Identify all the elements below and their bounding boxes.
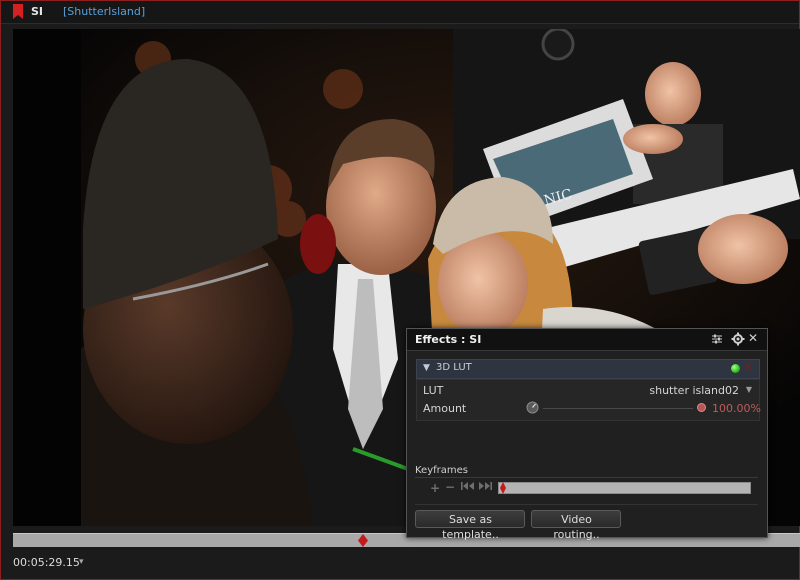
keyframe-playhead-marker[interactable] [500, 482, 506, 494]
keyframes-track[interactable] [498, 482, 751, 494]
collapse-triangle-icon[interactable]: ▼ [423, 363, 430, 373]
lut-dropdown-icon[interactable]: ▼ [746, 385, 752, 394]
close-icon[interactable]: ✕ [748, 332, 758, 344]
next-keyframe-icon[interactable] [478, 481, 492, 491]
amount-slider-track[interactable] [543, 408, 693, 409]
remove-keyframe-icon[interactable]: − [445, 480, 455, 494]
sliders-icon[interactable] [711, 333, 723, 345]
clip-file-name[interactable]: [ShutterIsland] [63, 5, 145, 18]
effects-panel-header[interactable]: Effects : SI ✕ [407, 329, 767, 351]
effect-3d-lut-header[interactable]: ▼ 3D LUT ✕ [416, 359, 760, 379]
remove-effect-icon[interactable]: ✕ [744, 361, 753, 374]
amount-value[interactable]: 100.00% [712, 402, 761, 415]
video-routing-button[interactable]: Video routing.. [531, 510, 621, 541]
clip-title-bar: SI [ShutterIsland] [1, 1, 799, 24]
keyframes-divider [415, 477, 758, 478]
previous-keyframe-icon[interactable] [461, 481, 475, 491]
gear-icon[interactable] [731, 332, 745, 346]
timecode[interactable]: 00:05:29.15 [13, 556, 80, 569]
timecode-dropdown-icon[interactable]: ▾ [79, 557, 84, 567]
amount-slider-handle[interactable] [697, 403, 706, 412]
add-keyframe-icon[interactable]: + [430, 481, 440, 495]
buttons-divider [415, 504, 758, 505]
bookmark-icon[interactable] [13, 4, 23, 19]
playhead-marker[interactable] [358, 534, 369, 547]
effect-enabled-indicator[interactable] [731, 364, 740, 373]
effects-panel-title: Effects : SI [415, 333, 482, 346]
keyframes-label: Keyframes [415, 465, 468, 476]
amount-label: Amount [423, 402, 467, 415]
save-as-template-button[interactable]: Save as template.. [415, 510, 525, 541]
clip-name: SI [31, 5, 44, 18]
lut-select[interactable]: shutter island02 [649, 384, 739, 397]
lut-label: LUT [423, 384, 444, 397]
effect-name: 3D LUT [436, 362, 472, 373]
amount-knob-icon[interactable] [526, 401, 539, 414]
effect-params: LUT shutter island02 ▼ Amount 100.00% [416, 379, 761, 421]
effects-panel: Effects : SI ✕ ▼ 3D LUT ✕ LUT shutter is… [406, 328, 768, 541]
